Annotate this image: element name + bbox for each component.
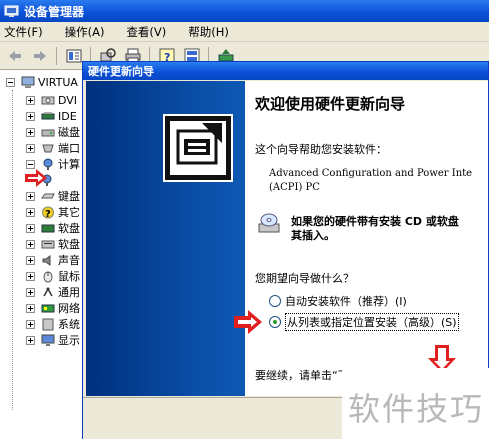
tree-item-label: 键盘 — [58, 190, 80, 203]
radio-button[interactable] — [269, 295, 281, 307]
tree-item-label: 通用 — [58, 286, 80, 299]
tree-item-dvd[interactable]: DVI — [26, 92, 77, 108]
watermark: 软件技巧 — [342, 368, 489, 439]
expand-icon[interactable] — [26, 223, 35, 233]
unknown-device-icon: ? — [41, 206, 55, 220]
tree-item-network[interactable]: 网络 — [26, 300, 80, 316]
tree-item-label: 计算 — [58, 158, 80, 171]
device-name: Advanced Configuration and Power Inte (A… — [269, 167, 472, 195]
keyboard-icon — [41, 190, 55, 203]
back-arrow-icon[interactable] — [6, 47, 24, 65]
expand-icon[interactable] — [26, 239, 35, 249]
tree-item-label: 端口 — [58, 142, 80, 155]
cd-instruction: 如果您的硬件带有安装 CD 或软盘 其插入。 — [291, 215, 459, 243]
menu-file[interactable]: 文件(F) — [4, 24, 43, 40]
tree-item-label: 显示 — [58, 334, 80, 347]
expand-icon[interactable] — [26, 111, 35, 121]
tree-item-label: 系统 — [58, 318, 80, 331]
network-icon — [41, 302, 55, 315]
radio-button-selected[interactable] — [269, 316, 281, 328]
disk-drive-icon — [41, 126, 55, 139]
expand-icon[interactable] — [26, 287, 35, 297]
port-icon — [41, 142, 55, 155]
tree-item-ports[interactable]: 端口 — [26, 140, 80, 156]
collapse-icon[interactable] — [6, 78, 15, 87]
tree-item-label: IDE — [58, 109, 77, 123]
tree-item-system[interactable]: 系统 — [26, 316, 80, 332]
menu-view[interactable]: 查看(V) — [126, 24, 166, 40]
tree-item-sound[interactable]: 声音 — [26, 252, 80, 268]
tree-item-label: DVI — [58, 93, 78, 107]
forward-arrow-icon[interactable] — [31, 47, 49, 65]
tree-item-label: 声音 — [58, 254, 80, 267]
expand-icon[interactable] — [26, 303, 35, 313]
tree-item-disk[interactable]: 磁盘 — [26, 124, 80, 140]
tree-root-computer[interactable]: VIRTUA — [6, 76, 78, 89]
dvd-drive-icon — [41, 94, 55, 107]
tree-item-label: 鼠标 — [58, 270, 80, 283]
device-name-line: (ACPI) PC — [269, 182, 320, 193]
menu-bar: 文件(F) 操作(A) 查看(V) 帮助(H) — [0, 22, 489, 42]
expand-icon[interactable] — [26, 127, 35, 137]
expand-icon[interactable] — [26, 319, 35, 329]
watermark-text: 软件技巧 — [348, 390, 485, 428]
tree-item-label: 磁盘 — [58, 126, 80, 139]
expand-icon[interactable] — [26, 271, 35, 281]
tree-item-floppy-drive[interactable]: 软盘 — [26, 236, 80, 252]
expand-icon[interactable] — [26, 335, 35, 345]
tree-item-label: 网络 — [58, 302, 80, 315]
tree-item-mouse[interactable]: 鼠标 — [26, 268, 80, 284]
svg-text:?: ? — [45, 209, 51, 219]
toolbar-separator — [56, 46, 57, 65]
device-tree: VIRTUA DVI IDE 磁盘 端口 计算 键盘 ? 其它 软盘 软盘 声音… — [0, 70, 90, 439]
wizard-intro: 这个向导帮助您安装软件： — [255, 143, 387, 156]
option-install-from-list-label: 从列表或指定位置安装（高级）(S) — [285, 313, 459, 331]
sound-icon — [41, 254, 55, 267]
menu-help[interactable]: 帮助(H) — [188, 24, 229, 40]
menu-action[interactable]: 操作(A) — [65, 24, 105, 40]
expand-icon[interactable] — [26, 207, 35, 217]
option-install-from-list[interactable]: 从列表或指定位置安装（高级）(S) — [269, 313, 459, 331]
tree-root-label: VIRTUA — [38, 76, 78, 89]
floppy-drive-icon — [41, 238, 55, 251]
tree-item-usb[interactable]: 通用 — [26, 284, 80, 300]
expand-icon[interactable] — [26, 143, 35, 153]
wizard-title: 硬件更新向导 — [88, 65, 154, 78]
option-auto-install-label: 自动安装软件（推荐）(I) — [285, 295, 407, 308]
tree-item-floppy-controller[interactable]: 软盘 — [26, 220, 80, 236]
tree-item-label: 软盘 — [58, 222, 80, 235]
wizard-question: 您期望向导做什么？ — [255, 272, 354, 285]
expand-icon[interactable] — [26, 95, 35, 105]
expand-icon[interactable] — [26, 255, 35, 265]
tree-connector — [12, 90, 13, 410]
tree-item-ide[interactable]: IDE — [26, 108, 77, 124]
floppy-controller-icon — [41, 222, 55, 235]
display-icon — [41, 334, 55, 347]
cd-instruction-line: 如果您的硬件带有安装 CD 或软盘 — [291, 215, 459, 228]
properties-icon[interactable] — [65, 47, 83, 65]
cd-drive-icon — [257, 211, 281, 235]
window-titlebar[interactable]: 设备管理器 — [0, 0, 489, 22]
device-name-line: Advanced Configuration and Power Inte — [269, 168, 473, 179]
wizard-banner — [86, 81, 245, 396]
wizard-titlebar[interactable]: 硬件更新向导 — [83, 62, 488, 80]
tree-item-other[interactable]: ? 其它 — [26, 204, 80, 220]
tree-item-label: 软盘 — [58, 238, 80, 251]
tree-item-display[interactable]: 显示 — [26, 332, 80, 348]
device-manager-icon — [4, 5, 19, 18]
annotation-arrow-right-icon — [24, 168, 48, 191]
computer-icon — [21, 76, 35, 89]
system-icon — [41, 318, 55, 331]
expand-icon[interactable] — [26, 191, 35, 201]
cd-instruction-line: 其插入。 — [291, 229, 335, 242]
mouse-icon — [41, 270, 55, 283]
hardware-card-icon — [162, 113, 234, 183]
annotation-arrow-right-icon — [233, 309, 263, 338]
wizard-heading: 欢迎使用硬件更新向导 — [255, 95, 406, 113]
usb-icon — [41, 286, 55, 299]
option-auto-install[interactable]: 自动安装软件（推荐）(I) — [269, 293, 407, 309]
tree-item-label: 其它 — [58, 206, 80, 219]
window-title: 设备管理器 — [24, 4, 85, 19]
ide-controller-icon — [41, 110, 55, 123]
